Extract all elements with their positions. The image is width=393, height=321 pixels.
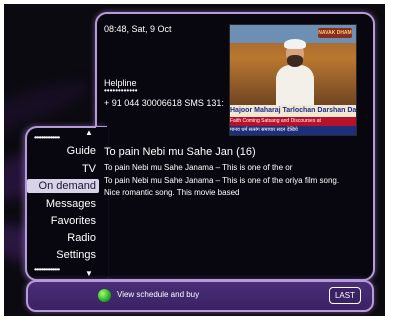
preview-ticker-secondary: मानव धर्म सत्संग समाचार सदन देखिये: [230, 126, 356, 135]
menu-item-tv[interactable]: TV: [27, 162, 99, 176]
description-line: Nice romantic song. This movie based: [104, 188, 240, 197]
menu-item-on-demand[interactable]: On demand: [27, 179, 99, 193]
green-circle-icon[interactable]: [98, 289, 111, 302]
menu-item-radio[interactable]: Radio: [27, 231, 99, 245]
channel-preview[interactable]: NAVAK DHAM Hajoor Maharaj Tarlochan Dars…: [229, 24, 357, 136]
description-line: To pain Nebi mu Sahe Janama – This is on…: [104, 163, 293, 172]
menu-bottom-separator: ••••••••••••••: [34, 265, 60, 274]
preview-turban: [284, 39, 306, 49]
menu-item-settings[interactable]: Settings: [27, 248, 99, 262]
helpline-underline: ••••••••••••: [104, 86, 138, 95]
view-schedule-label[interactable]: View schedule and buy: [117, 290, 199, 299]
preview-ticker: Faith Coming Satsang and Discourses at: [230, 117, 356, 126]
triangle-up-icon[interactable]: ▲: [85, 128, 93, 137]
helpline-number: + 91 044 30006618 SMS 131:: [104, 98, 224, 108]
menu-item-messages[interactable]: Messages: [27, 197, 99, 211]
date-time: 08:48, Sat, 9 Oct: [104, 24, 172, 34]
channel-logo: NAVAK DHAM: [318, 28, 352, 38]
footer-bar: View schedule and buy LAST: [26, 280, 374, 312]
last-button[interactable]: LAST: [329, 287, 361, 304]
menu-item-guide[interactable]: Guide: [27, 144, 99, 158]
program-title: To pain Nebi mu Sahe Jan (16): [104, 146, 256, 158]
menu-item-favorites[interactable]: Favorites: [27, 214, 99, 228]
preview-beard: [287, 55, 303, 67]
preview-banner: Hajoor Maharaj Tarlochan Darshan Das Ji: [230, 105, 356, 117]
triangle-down-icon[interactable]: ▼: [85, 269, 93, 278]
helpline-label: Helpline ••••••••••••: [104, 78, 138, 95]
program-description: To pain Nebi mu Sahe Janama – This is on…: [104, 162, 366, 200]
preview-person: [276, 39, 314, 105]
description-line: To pain Nebi mu Sahe Janama – This is on…: [104, 175, 340, 185]
menu-top-separator: ••••••••••••••: [34, 133, 60, 142]
preview-robe: [276, 65, 314, 105]
